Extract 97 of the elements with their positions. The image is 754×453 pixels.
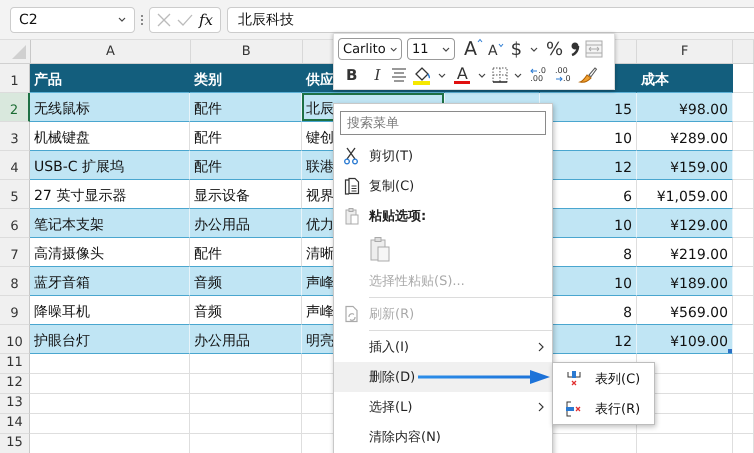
row-header[interactable]: 1 bbox=[0, 64, 30, 93]
resize-handle[interactable] bbox=[728, 349, 732, 353]
menu-item[interactable]: 清除内容(N) bbox=[334, 422, 552, 452]
table-cell: 笔记本支架 bbox=[30, 209, 190, 238]
shrink-font-button[interactable]: A bbox=[488, 40, 504, 58]
column-header[interactable]: B bbox=[190, 40, 303, 63]
dropdown-button[interactable] bbox=[513, 72, 524, 78]
decrease-decimal-button[interactable]: .0 .00 bbox=[528, 67, 548, 83]
align-icon[interactable] bbox=[391, 68, 408, 82]
row-header[interactable]: 15 bbox=[0, 434, 30, 453]
header-cell: 类别 bbox=[190, 64, 302, 93]
menu-item[interactable]: 删除(D) bbox=[334, 362, 552, 392]
arrow-left-icon bbox=[530, 68, 538, 74]
name-box[interactable]: C2 bbox=[10, 6, 135, 32]
header-cell: 产品 bbox=[30, 64, 190, 93]
font-size-field[interactable]: 11 bbox=[407, 38, 455, 60]
caret-down-icon bbox=[498, 42, 504, 48]
comma-style-icon[interactable] bbox=[570, 41, 580, 57]
table-cell: 配件 bbox=[190, 151, 302, 180]
table-cell: ¥98.00 bbox=[637, 93, 733, 122]
row-header[interactable]: 9 bbox=[0, 296, 30, 325]
caret-icon bbox=[438, 72, 446, 78]
menu-item[interactable]: 选择(L) bbox=[334, 392, 552, 422]
row-header[interactable]: 11 bbox=[0, 354, 30, 374]
formula-field[interactable]: 北辰科技 bbox=[227, 6, 754, 32]
chevron-right-icon bbox=[538, 342, 544, 352]
row-header[interactable]: 6 bbox=[0, 209, 30, 238]
table-cell: ¥129.00 bbox=[637, 209, 733, 238]
increase-decimal-button[interactable]: .00 .0 bbox=[553, 67, 573, 83]
table-cell: 办公用品 bbox=[190, 325, 302, 354]
table-cell: ¥189.00 bbox=[637, 267, 733, 296]
row-header[interactable]: 4 bbox=[0, 151, 30, 180]
grow-font-button[interactable]: A bbox=[464, 38, 483, 60]
bold-button[interactable]: B bbox=[338, 66, 364, 84]
caret-icon bbox=[442, 46, 450, 52]
row-header[interactable]: 12 bbox=[0, 374, 30, 394]
row-header[interactable]: 13 bbox=[0, 394, 30, 414]
table-cell: 音频 bbox=[190, 267, 302, 296]
table-cell: 15 bbox=[540, 93, 637, 122]
arrow-right-icon bbox=[555, 76, 564, 82]
insert-function-button[interactable]: fx bbox=[198, 10, 213, 28]
table-cell bbox=[733, 325, 754, 354]
row-header[interactable]: 8 bbox=[0, 267, 30, 296]
currency-button[interactable]: $ bbox=[508, 38, 524, 60]
table-cell: 无线鼠标 bbox=[30, 93, 190, 122]
font-color-button[interactable]: A bbox=[452, 66, 472, 84]
table-cell: ¥109.00 bbox=[637, 325, 733, 354]
row-header[interactable]: 7 bbox=[0, 238, 30, 267]
table-cell: USB-C 扩展坞 bbox=[30, 151, 190, 180]
borders-icon[interactable] bbox=[492, 67, 508, 83]
percent-button[interactable]: % bbox=[544, 38, 566, 60]
refresh-icon bbox=[344, 305, 360, 323]
caret-icon bbox=[514, 72, 522, 78]
table-cell bbox=[733, 414, 754, 434]
table-cell: 蓝牙音箱 bbox=[30, 267, 190, 296]
table-cell bbox=[733, 151, 754, 180]
submenu-item[interactable]: 表列(C) bbox=[553, 364, 654, 394]
italic-button[interactable]: I bbox=[368, 66, 386, 84]
merge-cells-icon[interactable] bbox=[585, 40, 604, 58]
submenu-item[interactable]: 表行(R) bbox=[553, 394, 654, 424]
caret-icon bbox=[530, 46, 538, 52]
table-cell: ¥159.00 bbox=[637, 151, 733, 180]
column-header[interactable]: F bbox=[637, 40, 734, 63]
table-cell bbox=[733, 354, 754, 374]
dropdown-button[interactable] bbox=[529, 46, 540, 52]
chevron-right-icon bbox=[538, 402, 544, 412]
check-icon[interactable] bbox=[176, 14, 193, 26]
table-cell bbox=[733, 93, 754, 122]
table-cell bbox=[733, 374, 754, 394]
row-header[interactable]: 5 bbox=[0, 180, 30, 209]
table-cell bbox=[733, 267, 754, 296]
row-header[interactable]: 14 bbox=[0, 414, 30, 434]
paintbrush-icon[interactable] bbox=[578, 66, 598, 84]
column-header[interactable]: A bbox=[31, 40, 191, 63]
dropdown-button[interactable] bbox=[437, 72, 448, 78]
row-header[interactable]: 3 bbox=[0, 122, 30, 151]
clipboard-icon bbox=[344, 207, 360, 225]
caret-icon bbox=[478, 72, 486, 78]
row-header[interactable]: 10 bbox=[0, 325, 30, 354]
table-cell bbox=[733, 209, 754, 238]
dropdown-button[interactable] bbox=[477, 72, 488, 78]
delete-row-icon bbox=[565, 400, 583, 418]
caret-up-icon bbox=[477, 38, 483, 43]
header-cell: 成本 bbox=[637, 64, 733, 93]
table-cell: 护眼台灯 bbox=[30, 325, 190, 354]
fill-color-icon[interactable] bbox=[412, 65, 432, 85]
delete-column-icon bbox=[565, 370, 583, 388]
scissors-icon bbox=[344, 147, 358, 165]
row-header[interactable]: 2 bbox=[0, 93, 30, 122]
caret-icon bbox=[390, 46, 397, 52]
font-field[interactable]: Carlito bbox=[338, 38, 402, 60]
table-cell: 办公用品 bbox=[190, 209, 302, 238]
table-cell: 配件 bbox=[190, 93, 302, 122]
dropdown-caret-icon bbox=[118, 17, 126, 22]
search-field[interactable]: 搜索菜单 bbox=[340, 111, 546, 135]
table-cell bbox=[733, 394, 754, 414]
copy-icon bbox=[344, 177, 360, 195]
